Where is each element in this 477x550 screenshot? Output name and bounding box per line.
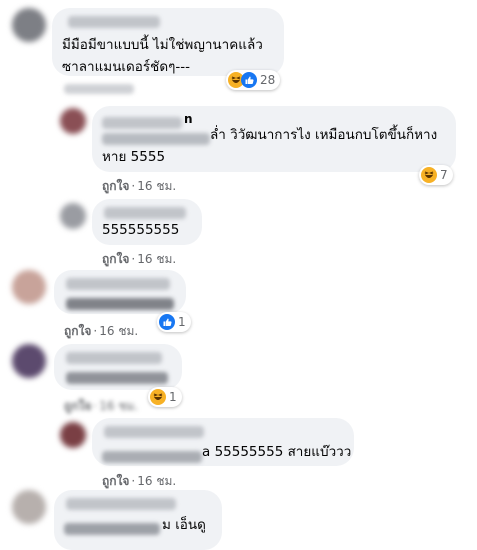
comment-actions-blurred	[64, 84, 134, 94]
comment-text: มีมือมีขาแบบนี้ ไม่ใช่พญานาคแล้ว	[62, 37, 263, 53]
haha-icon	[150, 389, 166, 405]
like-link[interactable]: ถูกใจ	[64, 324, 91, 338]
avatar[interactable]	[60, 422, 86, 448]
comment-bubble: มีมือมีขาแบบนี้ ไม่ใช่พญานาคแล้ว ซาลาแมน…	[52, 8, 284, 76]
comment-text: a 55555555 สายแบ๊ววว	[202, 444, 352, 460]
commenter-name-blurred[interactable]	[68, 16, 160, 28]
comment-text-blurred	[66, 298, 174, 310]
reaction-summary[interactable]: 1	[157, 312, 191, 332]
comment-text: ม เอ็นดู	[162, 517, 206, 533]
timestamp[interactable]: 16 ชม.	[137, 252, 176, 266]
reaction-summary[interactable]: 1	[148, 387, 182, 407]
timestamp[interactable]: 16 ชม.	[137, 474, 176, 488]
reaction-count: 1	[178, 315, 186, 329]
reaction-summary[interactable]: 7	[419, 165, 453, 185]
comment-actions: ถูกใจ · 16 ชม.	[102, 474, 177, 488]
comment-actions: ถูกใจ · 16 ชม.	[102, 252, 177, 266]
comment-text: หาย 5555	[102, 149, 166, 165]
avatar[interactable]	[12, 490, 46, 524]
comment-bubble: ม เอ็นดู	[54, 490, 222, 550]
comment-actions: ถูกใจ · 16 ชม.	[102, 179, 177, 193]
comment-actions: ถูกใจ · 16 ชม.	[64, 324, 139, 338]
like-link[interactable]: ถูกใจ	[64, 399, 91, 413]
avatar[interactable]	[60, 108, 86, 134]
commenter-name-blurred[interactable]	[102, 117, 182, 129]
mention-blurred[interactable]	[102, 451, 202, 463]
comment-actions: ถูกใจ · 16 ชม.	[64, 399, 139, 413]
timestamp[interactable]: 16 ชม.	[99, 324, 138, 338]
commenter-name-blurred[interactable]	[66, 498, 176, 510]
comment-text: 555555555	[102, 222, 180, 238]
like-link[interactable]: ถูกใจ	[102, 474, 129, 488]
reaction-count: 28	[260, 73, 276, 87]
commenter-name-blurred[interactable]	[104, 426, 204, 438]
timestamp[interactable]: 16 ชม.	[99, 399, 138, 413]
like-link[interactable]: ถูกใจ	[102, 252, 129, 266]
avatar[interactable]	[60, 203, 86, 229]
comment-text: ล่ำ วิวัฒนาการไง เหมือนกบโตขึ้นก็หาง	[210, 127, 438, 143]
comment-text-blurred	[66, 372, 168, 384]
avatar[interactable]	[12, 344, 46, 378]
like-icon	[241, 72, 257, 88]
comment-bubble	[54, 344, 182, 390]
like-icon	[159, 314, 175, 330]
haha-icon	[421, 167, 437, 183]
comment-bubble: 555555555	[92, 199, 202, 245]
mention-blurred[interactable]	[102, 133, 210, 145]
timestamp[interactable]: 16 ชม.	[137, 179, 176, 193]
comment-text: ซาลาแมนเดอร์ชัดๆ---	[62, 59, 190, 75]
comment-bubble: a 55555555 สายแบ๊ววว	[92, 418, 354, 466]
reaction-count: 1	[169, 390, 177, 404]
mention-blurred[interactable]	[64, 523, 160, 535]
avatar[interactable]	[12, 270, 46, 304]
commenter-name-blurred[interactable]	[66, 352, 162, 364]
like-link[interactable]: ถูกใจ	[102, 179, 129, 193]
comment-bubble	[54, 270, 186, 314]
commenter-name-blurred[interactable]	[104, 207, 186, 219]
reaction-count: 7	[440, 168, 448, 182]
avatar[interactable]	[12, 8, 46, 42]
reaction-summary[interactable]: 28	[226, 70, 281, 90]
commenter-name-tail: n	[184, 112, 193, 126]
commenter-name-blurred[interactable]	[66, 278, 170, 290]
comment-bubble: n ล่ำ วิวัฒนาการไง เหมือนกบโตขึ้นก็หาง ห…	[92, 106, 456, 172]
